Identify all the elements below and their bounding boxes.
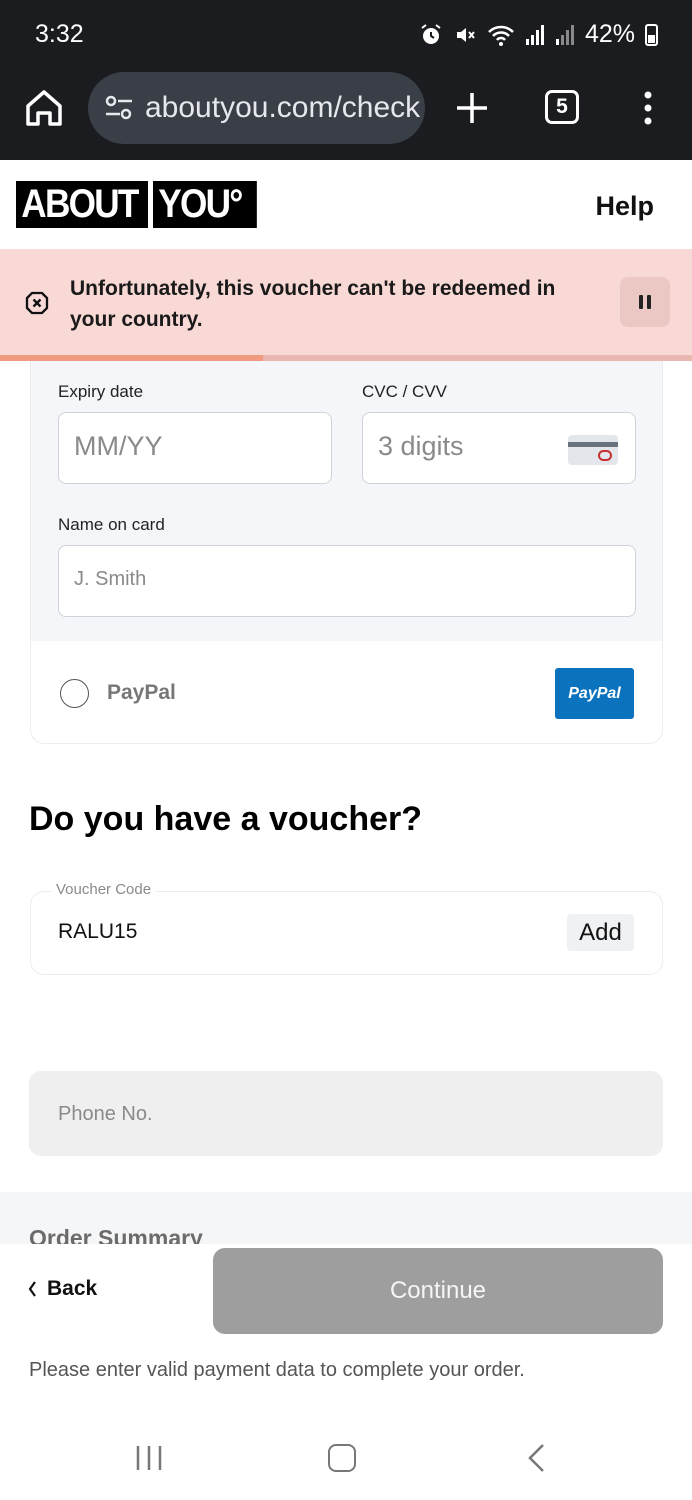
error-icon (25, 291, 49, 315)
cvc-label: CVC / CVV (362, 382, 448, 401)
back-nav-icon[interactable] (525, 1442, 547, 1474)
signal-icon (525, 24, 544, 45)
more-menu-icon[interactable] (638, 90, 658, 126)
name-on-card-input[interactable]: J. Smith (58, 545, 636, 617)
url-text: aboutyou.com/check (145, 91, 421, 124)
continue-button[interactable]: Continue (213, 1248, 663, 1334)
back-button[interactable]: Back (27, 1277, 97, 1301)
status-time: 3:32 (35, 20, 84, 48)
paypal-radio[interactable] (60, 679, 89, 708)
back-label: Back (47, 1277, 98, 1300)
expiry-label: Expiry date (58, 382, 144, 401)
help-link[interactable]: Help (595, 191, 654, 222)
logo-part-about: ABOUT (16, 181, 148, 228)
name-on-card-label: Name on card (58, 515, 165, 534)
battery-icon (645, 23, 658, 46)
alarm-icon (421, 23, 441, 44)
alert-message: Unfortunately, this voucher can't be red… (70, 277, 556, 331)
logo-part-you: YOU° (153, 181, 257, 228)
new-tab-icon[interactable] (452, 88, 492, 128)
expiry-input[interactable]: MM/YY (58, 412, 332, 484)
pause-button[interactable] (620, 277, 670, 327)
site-header: ABOUT YOU° Help (0, 160, 692, 249)
cvc-card-icon (568, 435, 618, 465)
phone-input[interactable]: Phone No. (29, 1071, 663, 1156)
battery-percent: 42% (584, 20, 635, 48)
checkout-action-bar: Back Continue Please enter valid payment… (0, 1244, 692, 1410)
payment-hint: Please enter valid payment data to compl… (29, 1359, 525, 1381)
home-nav-icon[interactable] (328, 1444, 356, 1472)
site-settings-icon[interactable] (104, 94, 134, 122)
paypal-logo: PayPal (555, 668, 634, 719)
voucher-code-value[interactable]: RALU15 (58, 920, 137, 944)
tab-switcher-button[interactable]: 5 (545, 90, 579, 124)
paypal-label: PayPal (107, 681, 176, 704)
signal-icon (555, 24, 574, 45)
name-placeholder: J. Smith (74, 568, 147, 590)
cvc-input[interactable]: 3 digits (362, 412, 636, 484)
voucher-heading: Do you have a voucher? (29, 800, 422, 838)
home-icon[interactable] (22, 86, 66, 130)
paypal-option[interactable]: PayPal PayPal (31, 641, 662, 743)
status-icons: 42% (419, 20, 658, 49)
payment-card-form: Expiry date MM/YY CVC / CVV 3 digits Nam… (30, 361, 663, 744)
browser-toolbar: aboutyou.com/check 5 (0, 66, 692, 160)
voucher-code-label: Voucher Code (51, 881, 157, 898)
phone-placeholder: Phone No. (58, 1103, 153, 1125)
voucher-code-field[interactable]: Voucher Code RALU15 Add (30, 881, 663, 975)
add-voucher-button[interactable]: Add (567, 914, 634, 951)
android-nav-bar (0, 1410, 692, 1500)
wifi-icon (488, 25, 514, 46)
recent-apps-icon[interactable] (134, 1444, 164, 1472)
status-bar: 3:32 42% (0, 0, 692, 66)
chevron-left-icon (28, 1281, 36, 1297)
paypal-logo-text: PayPal (568, 684, 621, 702)
voucher-error-alert: Unfortunately, this voucher can't be red… (0, 249, 692, 361)
expiry-placeholder: MM/YY (74, 431, 163, 461)
card-fields-section: Expiry date MM/YY CVC / CVV 3 digits Nam… (31, 361, 662, 641)
url-bar[interactable]: aboutyou.com/check (88, 72, 425, 144)
cvc-placeholder: 3 digits (378, 431, 464, 461)
about-you-logo[interactable]: ABOUT YOU° (16, 181, 257, 228)
mute-icon (456, 27, 475, 42)
